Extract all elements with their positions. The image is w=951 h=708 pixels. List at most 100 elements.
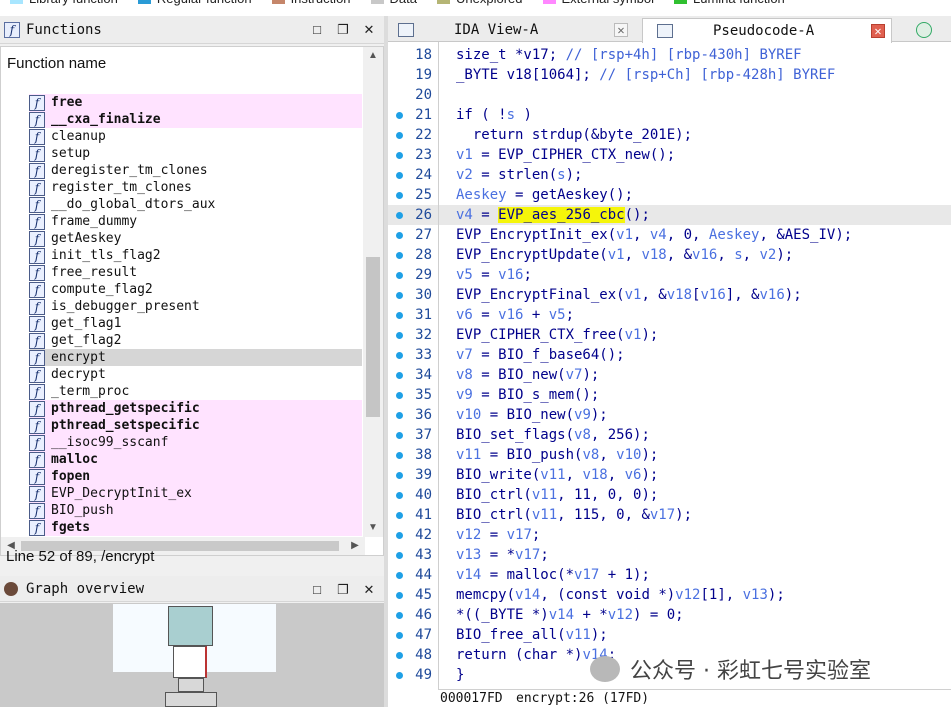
breakpoint-dot-icon[interactable] (396, 112, 403, 119)
breakpoint-dot-icon[interactable] (396, 532, 403, 539)
code-line[interactable]: 36 v10 = BIO_new(v9); (388, 405, 951, 425)
breakpoint-dot-icon[interactable] (396, 232, 403, 239)
code-line[interactable]: 19 _BYTE v18[1064]; // [rsp+Ch] [rbp-428h… (388, 65, 951, 85)
function-item[interactable]: f fgets (29, 519, 362, 536)
code-line[interactable]: 31 v6 = v16 + v5; (388, 305, 951, 325)
code-line[interactable]: 42 v12 = v17; (388, 525, 951, 545)
function-item[interactable]: f cleanup (29, 128, 362, 145)
graph-overview-canvas[interactable] (0, 603, 384, 707)
breakpoint-dot-icon[interactable] (396, 212, 403, 219)
tab-ida-view[interactable]: IDA View-A ✕ (398, 18, 630, 42)
breakpoint-dot-icon[interactable] (396, 152, 403, 159)
function-item[interactable]: f getAeskey (29, 230, 362, 247)
close-icon[interactable]: ✕ (362, 582, 376, 598)
code-line[interactable]: 18 size_t *v17; // [rsp+4h] [rbp-430h] BY… (388, 45, 951, 65)
scroll-down-icon[interactable]: ▼ (363, 519, 383, 537)
tab-pseudocode[interactable]: Pseudocode-A ✕ (642, 18, 892, 43)
scroll-thumb[interactable] (366, 257, 380, 417)
function-item[interactable]: f init_tls_flag2 (29, 247, 362, 264)
maximize-icon[interactable]: □ (310, 22, 324, 38)
function-item[interactable]: f encrypt (29, 349, 362, 366)
code-line[interactable]: 45 memcpy(v14, (const void *)v12[1], v13)… (388, 585, 951, 605)
scroll-up-icon[interactable]: ▲ (363, 47, 383, 65)
code-line[interactable]: 32 EVP_CIPHER_CTX_free(v1); (388, 325, 951, 345)
scroll-right-icon[interactable]: ▶ (347, 537, 363, 555)
restore-icon[interactable]: ❐ (336, 582, 350, 598)
breakpoint-dot-icon[interactable] (396, 272, 403, 279)
function-item[interactable]: f setup (29, 145, 362, 162)
breakpoint-dot-icon[interactable] (396, 432, 403, 439)
function-item[interactable]: f deregister_tm_clones (29, 162, 362, 179)
code-line[interactable]: 20 (388, 85, 951, 105)
function-item[interactable]: f is_debugger_present (29, 298, 362, 315)
function-item[interactable]: f EVP_DecryptInit_ex (29, 485, 362, 502)
function-item[interactable]: f compute_flag2 (29, 281, 362, 298)
breakpoint-dot-icon[interactable] (396, 352, 403, 359)
function-item[interactable]: f free_result (29, 264, 362, 281)
code-line[interactable]: 39 BIO_write(v11, v18, v6); (388, 465, 951, 485)
code-line[interactable]: 40 BIO_ctrl(v11, 11, 0, 0); (388, 485, 951, 505)
functions-list[interactable]: Function name f free f __cxa_finalize f clean… (0, 46, 384, 556)
code-line[interactable]: 43 v13 = *v17; (388, 545, 951, 565)
breakpoint-dot-icon[interactable] (396, 252, 403, 259)
code-line[interactable]: 35 v9 = BIO_s_mem(); (388, 385, 951, 405)
function-item[interactable]: f get_flag2 (29, 332, 362, 349)
breakpoint-dot-icon[interactable] (396, 632, 403, 639)
function-item[interactable]: f frame_dummy (29, 213, 362, 230)
breakpoint-dot-icon[interactable] (396, 192, 403, 199)
function-item[interactable]: f register_tm_clones (29, 179, 362, 196)
breakpoint-dot-icon[interactable] (396, 672, 403, 679)
code-line[interactable]: 37 BIO_set_flags(v8, 256); (388, 425, 951, 445)
code-line[interactable]: 25 Aeskey = getAeskey(); (388, 185, 951, 205)
breakpoint-dot-icon[interactable] (396, 512, 403, 519)
close-icon[interactable]: ✕ (614, 23, 628, 37)
function-item[interactable]: f malloc (29, 451, 362, 468)
close-icon[interactable]: ✕ (871, 24, 885, 38)
breakpoint-dot-icon[interactable] (396, 572, 403, 579)
code-line[interactable]: 27 EVP_EncryptInit_ex(v1, v4, 0, Aeskey, … (388, 225, 951, 245)
maximize-icon[interactable]: □ (310, 582, 324, 598)
breakpoint-dot-icon[interactable] (396, 312, 403, 319)
column-header-function-name[interactable]: Function name (7, 55, 106, 72)
function-item[interactable]: f fopen (29, 468, 362, 485)
breakpoint-dot-icon[interactable] (396, 472, 403, 479)
function-item[interactable]: f BIO_push (29, 502, 362, 519)
code-line[interactable]: 33 v7 = BIO_f_base64(); (388, 345, 951, 365)
code-line[interactable]: 47 BIO_free_all(v11); (388, 625, 951, 645)
function-item[interactable]: f get_flag1 (29, 315, 362, 332)
function-item[interactable]: f decrypt (29, 366, 362, 383)
vertical-scrollbar[interactable]: ▲ ▼ (363, 47, 383, 537)
function-item[interactable]: f __do_global_dtors_aux (29, 196, 362, 213)
code-line[interactable]: 23 v1 = EVP_CIPHER_CTX_new(); (388, 145, 951, 165)
breakpoint-dot-icon[interactable] (396, 592, 403, 599)
code-line[interactable]: 41 BIO_ctrl(v11, 115, 0, &v17); (388, 505, 951, 525)
breakpoint-dot-icon[interactable] (396, 332, 403, 339)
tab-hex-view[interactable] (906, 18, 942, 42)
breakpoint-dot-icon[interactable] (396, 492, 403, 499)
restore-icon[interactable]: ❐ (336, 22, 350, 38)
function-item[interactable]: f _term_proc (29, 383, 362, 400)
code-line[interactable]: 38 v11 = BIO_push(v8, v10); (388, 445, 951, 465)
code-line[interactable]: 26 v4 = EVP_aes_256_cbc(); (388, 205, 951, 225)
code-line[interactable]: 24 v2 = strlen(s); (388, 165, 951, 185)
close-icon[interactable]: ✕ (362, 22, 376, 38)
pseudocode-editor[interactable]: 18 size_t *v17; // [rsp+4h] [rbp-430h] BY… (388, 42, 951, 689)
code-line[interactable]: 46 *((_BYTE *)v14 + *v12) = 0; (388, 605, 951, 625)
code-line[interactable]: 21 if ( !s ) (388, 105, 951, 125)
function-item[interactable]: f __isoc99_sscanf (29, 434, 362, 451)
code-line[interactable]: 44 v14 = malloc(*v17 + 1); (388, 565, 951, 585)
code-line[interactable]: 34 v8 = BIO_new(v7); (388, 365, 951, 385)
breakpoint-dot-icon[interactable] (396, 412, 403, 419)
breakpoint-dot-icon[interactable] (396, 372, 403, 379)
code-line[interactable]: 28 EVP_EncryptUpdate(v1, v18, &v16, s, v2… (388, 245, 951, 265)
breakpoint-dot-icon[interactable] (396, 132, 403, 139)
breakpoint-dot-icon[interactable] (396, 392, 403, 399)
code-line[interactable]: 29 v5 = v16; (388, 265, 951, 285)
function-item[interactable]: f free (29, 94, 362, 111)
breakpoint-dot-icon[interactable] (396, 172, 403, 179)
breakpoint-dot-icon[interactable] (396, 292, 403, 299)
function-item[interactable]: f pthread_setspecific (29, 417, 362, 434)
breakpoint-dot-icon[interactable] (396, 612, 403, 619)
breakpoint-dot-icon[interactable] (396, 452, 403, 459)
code-line[interactable]: 22 return strdup(&byte_201E); (388, 125, 951, 145)
